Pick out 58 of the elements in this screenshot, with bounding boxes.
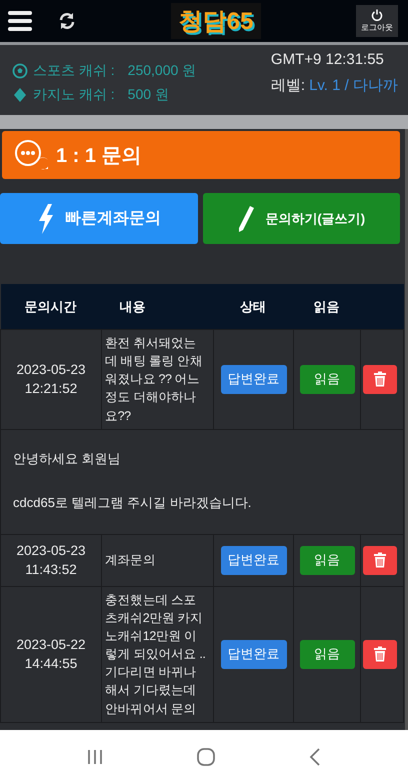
wallet-label: 스포츠 캐쉬 : [33,62,115,80]
inquiry-time: 12:21:52 [24,380,78,398]
status-button[interactable]: 답변완료 [220,640,286,669]
read-button[interactable]: 읽음 [300,364,354,394]
inquiry-content-line[interactable]: 렇게 되있어서요 .. [105,645,210,664]
delete-button[interactable] [363,546,397,575]
delete-button[interactable] [363,640,397,669]
trash-icon [373,552,387,568]
menu-icon[interactable] [8,11,32,31]
pencil-icon [237,204,256,232]
back-icon[interactable] [308,747,322,767]
inquiry-time: 14:44:55 [24,655,78,674]
level-value: Lv. 1 / 다나까 [309,77,398,94]
soccer-ball-icon [12,63,28,79]
banner-title: 1 : 1 문의 [56,144,142,168]
home-icon[interactable] [196,747,216,767]
clock-text: GMT+9 12:31:55 [270,51,385,68]
column-header: 읽음 [294,284,360,330]
answer-text: 안녕하세요 회원님 [13,450,122,468]
inquiry-time: 11:43:52 [24,561,78,580]
recent-apps-icon[interactable] [86,748,104,766]
logo[interactable]: 청담65 [170,3,262,39]
status-button[interactable]: 답변완료 [220,364,286,394]
inquiry-content-line[interactable]: 워졌나요 ?? 어느 [105,370,210,388]
trash-icon [373,646,387,662]
read-button[interactable]: 읽음 [300,640,354,669]
wallet-label: 카지노 캐쉬 : [33,86,115,104]
write-inquiry-button[interactable]: 문의하기(글쓰기) [202,193,400,244]
lightning-icon [36,204,55,234]
refresh-icon[interactable] [58,12,76,30]
answer-text: cdcd65로 텔레그램 주시길 바라겠습니다. [13,494,252,512]
wallet-amount: 250,000 원 [128,62,196,80]
inquiry-content-line[interactable]: 츠캐쉬2만원 카지 [105,608,210,627]
inquiry-content-line[interactable]: 충전했는데 스포 [105,590,210,609]
inquiry-date: 2023-05-23 [15,542,87,560]
inquiry-content-line[interactable]: 정도 더해야하나 [105,388,210,406]
inquiry-content-line[interactable]: 요?? [105,406,210,425]
level-label: 레벨: [270,77,306,94]
status-button[interactable]: 답변완료 [220,546,286,575]
chat-bubbles-icon [14,140,48,170]
inquiry-content-line[interactable]: 해서 기다렸는데 [105,681,210,700]
inquiry-date: 2023-05-22 [15,636,87,654]
logout-button[interactable]: 로그아웃 [356,5,398,37]
inquiry-date: 2023-05-23 [15,360,87,379]
inquiry-content-line[interactable]: 기다리면 바뀌나 [105,663,210,682]
diamond-icon [12,87,28,103]
inquiry-content-line[interactable]: 환전 취서돼었는 [105,334,210,352]
column-header: 내용 [102,284,214,330]
power-icon [371,9,383,21]
delete-button[interactable] [363,364,397,394]
column-header: 문의시간 [0,284,102,330]
inquiry-content-line[interactable]: 노캐쉬12만원 이 [105,627,210,646]
wallet-amount: 500 원 [128,86,169,104]
inquiry-content-line[interactable]: 데 배팅 롤링 안채 [105,352,210,370]
inquiry-content-line[interactable]: 안바뀌어서 문의 [105,700,210,718]
column-header: 상태 [214,284,294,330]
read-button[interactable]: 읽음 [300,546,354,575]
trash-icon [373,371,387,388]
